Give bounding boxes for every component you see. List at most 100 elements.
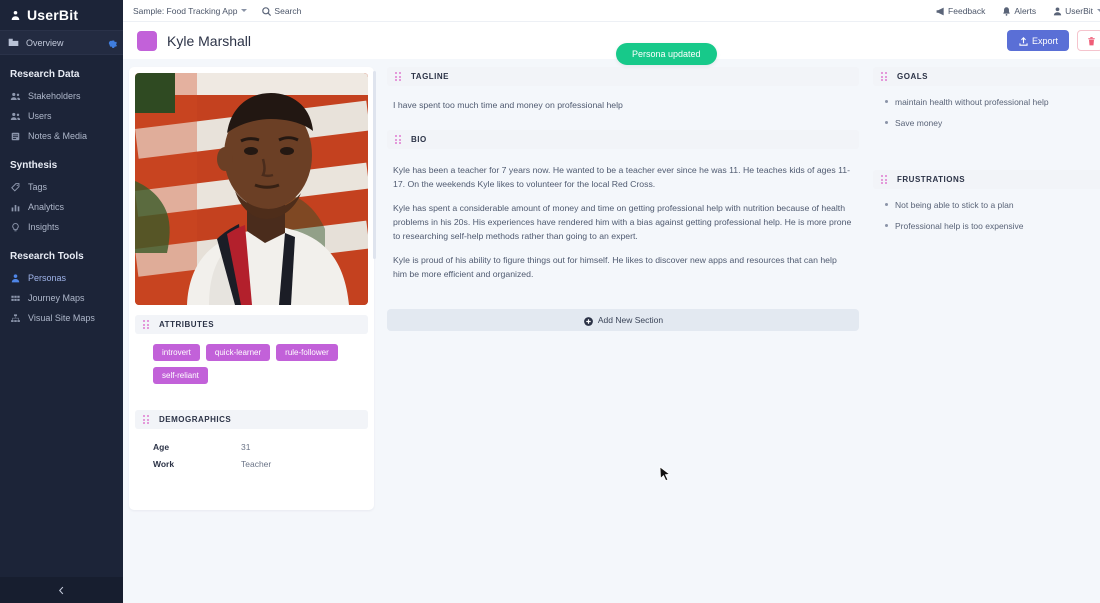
drag-handle-icon[interactable] bbox=[143, 320, 150, 329]
demographics-key: Age bbox=[153, 442, 170, 452]
sidebar-item-analytics[interactable]: Analytics bbox=[0, 197, 123, 217]
table-row: Age 31 bbox=[153, 439, 360, 456]
sidebar-group-title-research-data: Research Data bbox=[10, 69, 80, 80]
lightbulb-icon bbox=[10, 222, 21, 233]
megaphone-icon bbox=[935, 6, 944, 16]
demographics-key: Work bbox=[153, 459, 175, 469]
left-column: ATTRIBUTES introvert quick-learner rule-… bbox=[129, 67, 381, 510]
bio-title: BIO bbox=[411, 135, 427, 144]
sidebar-item-stakeholders[interactable]: Stakeholders bbox=[0, 86, 123, 106]
bell-icon bbox=[1001, 6, 1011, 16]
user-group-icon bbox=[10, 111, 21, 122]
search-button[interactable]: Search bbox=[261, 5, 302, 17]
attributes-title: ATTRIBUTES bbox=[159, 320, 215, 329]
search-label: Search bbox=[274, 5, 302, 16]
sidebar-item-notes-media[interactable]: Notes & Media bbox=[0, 126, 123, 146]
tagline-title: TAGLINE bbox=[411, 72, 450, 81]
demographics-value[interactable]: 31 bbox=[241, 439, 250, 456]
sidebar-collapse-button[interactable] bbox=[0, 577, 123, 603]
list-item: Save money bbox=[881, 117, 1100, 129]
sidebar-item-tags[interactable]: Tags bbox=[0, 177, 123, 197]
attribute-tag[interactable]: self-reliant bbox=[153, 367, 208, 384]
drag-handle-icon[interactable] bbox=[881, 72, 888, 81]
notes-icon bbox=[10, 131, 21, 142]
sidebar-item-users[interactable]: Users bbox=[0, 106, 123, 126]
demographics-value[interactable]: Teacher bbox=[241, 456, 271, 473]
frustrations-section-header: FRUSTRATIONS bbox=[873, 170, 1100, 189]
main-area: Sample: Food Tracking App Search Feedbac… bbox=[123, 0, 1100, 603]
page-header: Kyle Marshall Export Persona updated bbox=[123, 22, 1100, 65]
tag-icon bbox=[10, 182, 21, 193]
drag-handle-icon[interactable] bbox=[881, 175, 888, 184]
topbar-left: Sample: Food Tracking App Search bbox=[133, 5, 302, 17]
drag-handle-icon[interactable] bbox=[143, 415, 150, 424]
brand[interactable]: UserBit bbox=[0, 0, 123, 30]
content-area: ATTRIBUTES introvert quick-learner rule-… bbox=[123, 59, 1100, 510]
demographics-title: DEMOGRAPHICS bbox=[159, 415, 232, 424]
sidebar-item-label: Users bbox=[28, 111, 52, 121]
add-new-section-button[interactable]: Add New Section bbox=[387, 309, 859, 331]
alerts-button[interactable]: Alerts bbox=[1001, 6, 1036, 16]
sidebar: UserBit Overview Research Data Stakehold… bbox=[0, 0, 123, 603]
bio-paragraph: Kyle is proud of his ability to figure t… bbox=[393, 255, 837, 279]
sidebar-item-label: Tags bbox=[28, 182, 48, 192]
chevron-left-icon bbox=[56, 585, 67, 596]
feedback-button[interactable]: Feedback bbox=[935, 6, 985, 16]
persona-icon bbox=[10, 273, 21, 284]
attribute-tag[interactable]: introvert bbox=[153, 344, 200, 361]
sidebar-item-label: Insights bbox=[28, 222, 60, 232]
sidebar-item-label: Personas bbox=[28, 273, 67, 283]
tagline-body[interactable]: I have spent too much time and money on … bbox=[387, 86, 859, 130]
sitemap-icon bbox=[10, 313, 21, 324]
mouse-cursor bbox=[659, 466, 671, 488]
alerts-label: Alerts bbox=[1014, 5, 1037, 16]
bio-paragraph: Kyle has spent a considerable amount of … bbox=[393, 203, 852, 241]
attributes-tag-list: introvert quick-learner rule-follower se… bbox=[135, 334, 368, 384]
page-header-actions: Export bbox=[1006, 30, 1100, 51]
tagline-section-header: TAGLINE bbox=[387, 67, 859, 86]
toast-notification: Persona updated bbox=[616, 43, 717, 65]
left-card-scrollbar[interactable] bbox=[373, 71, 376, 259]
user-icon bbox=[1052, 6, 1062, 16]
attribute-tag[interactable]: quick-learner bbox=[205, 344, 271, 361]
trash-icon bbox=[1086, 36, 1095, 46]
goals-title: GOALS bbox=[897, 72, 928, 81]
account-menu[interactable]: UserBit bbox=[1052, 6, 1100, 16]
drag-handle-icon[interactable] bbox=[395, 72, 402, 81]
account-label: UserBit bbox=[1065, 5, 1093, 16]
app-root: UserBit Overview Research Data Stakehold… bbox=[0, 0, 1100, 603]
list-item: Professional help is too expensive bbox=[881, 220, 1100, 232]
project-selector[interactable]: Sample: Food Tracking App bbox=[133, 6, 248, 16]
export-button[interactable]: Export bbox=[1006, 30, 1069, 51]
list-item: maintain health without professional hel… bbox=[881, 96, 1100, 108]
persona-left-card: ATTRIBUTES introvert quick-learner rule-… bbox=[129, 67, 376, 510]
sidebar-item-insights[interactable]: Insights bbox=[0, 217, 123, 237]
sidebar-group-title-research-tools: Research Tools bbox=[10, 251, 84, 262]
sidebar-item-journey-maps[interactable]: Journey Maps bbox=[0, 288, 123, 308]
goals-list: maintain health without professional hel… bbox=[881, 96, 1100, 129]
demographics-table: Age 31 Work Teacher bbox=[135, 429, 368, 473]
list-item: Not being able to stick to a plan bbox=[881, 199, 1100, 211]
grid-icon bbox=[10, 293, 21, 304]
bio-body[interactable]: Kyle has been a teacher for 7 years now.… bbox=[387, 149, 859, 299]
brand-name: UserBit bbox=[27, 7, 79, 23]
attribute-tag[interactable]: rule-follower bbox=[276, 344, 338, 361]
sidebar-item-visual-site-maps[interactable]: Visual Site Maps bbox=[0, 308, 123, 328]
goals-body[interactable]: maintain health without professional hel… bbox=[873, 86, 1100, 156]
tagline-text: I have spent too much time and money on … bbox=[393, 100, 623, 110]
gear-icon[interactable] bbox=[106, 38, 117, 48]
sidebar-item-personas[interactable]: Personas bbox=[0, 268, 123, 288]
bio-paragraph: Kyle has been a teacher for 7 years now.… bbox=[393, 165, 851, 189]
sidebar-item-label: Notes & Media bbox=[28, 131, 88, 141]
sidebar-item-overview[interactable]: Overview bbox=[0, 30, 123, 55]
demographics-section-header: DEMOGRAPHICS bbox=[135, 410, 368, 429]
delete-button[interactable] bbox=[1077, 30, 1100, 51]
feedback-label: Feedback bbox=[948, 5, 986, 16]
frustrations-body[interactable]: Not being able to stick to a plan Profes… bbox=[873, 189, 1100, 259]
drag-handle-icon[interactable] bbox=[395, 135, 402, 144]
right-column: GOALS maintain health without profession… bbox=[873, 67, 1100, 510]
bar-chart-icon bbox=[10, 202, 21, 213]
chevron-down-icon bbox=[241, 9, 248, 12]
persona-color-swatch[interactable] bbox=[137, 30, 157, 51]
people-icon bbox=[10, 91, 21, 102]
